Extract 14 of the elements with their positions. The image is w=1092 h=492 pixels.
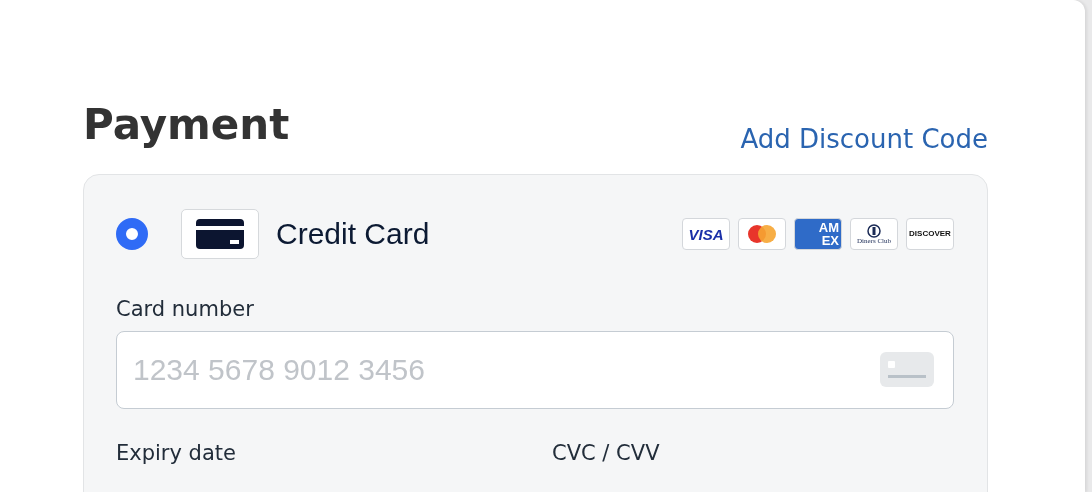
card-number-label: Card number xyxy=(116,297,255,321)
add-discount-code-link[interactable]: Add Discount Code xyxy=(740,124,988,154)
field-label: CVC / CVV xyxy=(552,441,661,465)
radio-button[interactable] xyxy=(116,218,148,250)
visa-logo: VISA xyxy=(682,218,730,250)
discover-logo: DISCOVER xyxy=(906,218,954,250)
card-icon xyxy=(880,352,934,387)
credit-card-icon xyxy=(181,209,259,259)
field-label: Expiry date xyxy=(116,441,237,465)
page-title: Payment xyxy=(83,100,290,150)
mastercard-logo xyxy=(738,218,786,250)
amex-logo: AM EX xyxy=(794,218,842,250)
card-number-field[interactable]: 1234 5678 9012 3456 xyxy=(116,331,954,409)
payment-method-label: Credit Card xyxy=(276,217,431,251)
